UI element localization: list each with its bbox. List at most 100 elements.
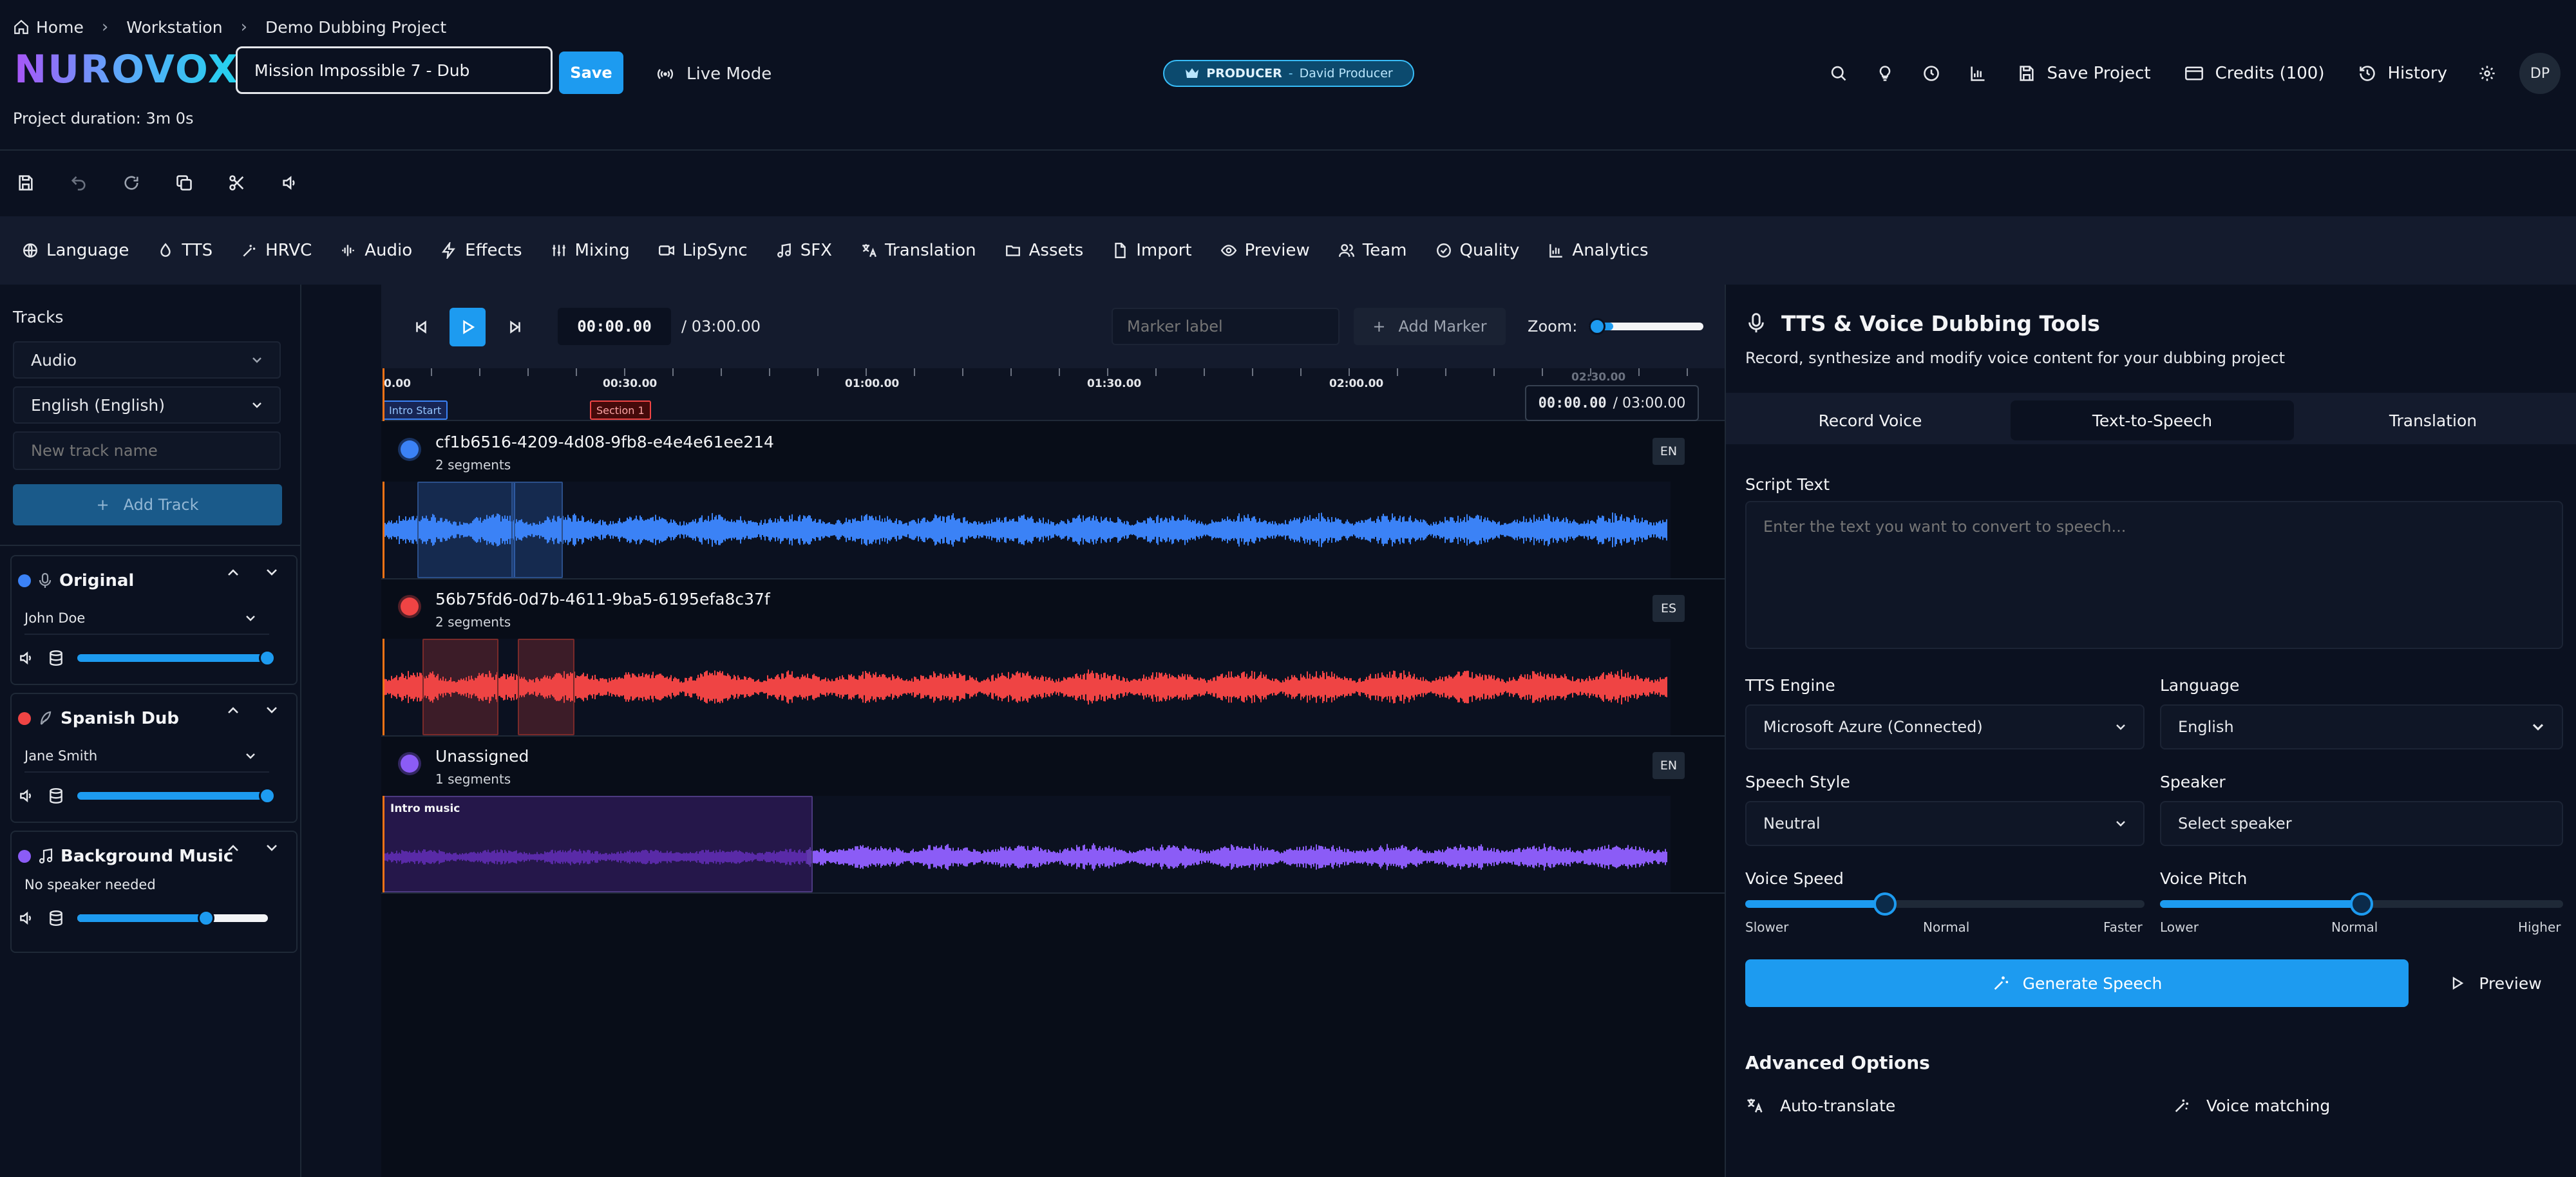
time-ruler[interactable]: Intro Start Section 1 00:00.00 / 03:00.0… xyxy=(381,368,1725,421)
voice-pitch-knob[interactable] xyxy=(2350,892,2373,916)
copy-button[interactable] xyxy=(175,165,228,201)
tab-translation[interactable]: Translation xyxy=(2291,400,2575,440)
tab-import[interactable]: Import xyxy=(1112,216,1192,285)
chevron-down-icon[interactable] xyxy=(265,843,278,852)
tab-sfx[interactable]: SFX xyxy=(776,216,832,285)
tab-tts[interactable]: TTS xyxy=(157,216,213,285)
tab-mixing[interactable]: Mixing xyxy=(551,216,630,285)
track-speaker-select[interactable]: Jane Smith xyxy=(24,740,269,773)
speech-style-select[interactable]: Neutral xyxy=(1745,801,2145,846)
play-button[interactable] xyxy=(450,308,486,346)
tips-button[interactable] xyxy=(1862,52,1908,95)
chevron-up-icon[interactable] xyxy=(227,568,240,577)
track-type-select[interactable]: Audio xyxy=(13,341,281,379)
skip-back-button[interactable] xyxy=(403,308,439,346)
language-select[interactable]: English xyxy=(2160,704,2563,749)
waveform-lane[interactable]: Intro music xyxy=(383,796,1671,892)
tab-audio[interactable]: Audio xyxy=(340,216,412,285)
live-mode-toggle[interactable]: Live Mode xyxy=(656,58,772,90)
database-icon[interactable] xyxy=(48,650,64,666)
history-button[interactable]: History xyxy=(2342,52,2465,95)
tts-engine-select[interactable]: Microsoft Azure (Connected) xyxy=(1745,704,2145,749)
track-card-spanish-dub[interactable]: Spanish Dub Jane Smith xyxy=(10,693,298,823)
tab-assets[interactable]: Assets xyxy=(1005,216,1083,285)
tab-language[interactable]: Language xyxy=(22,216,129,285)
audio-segment[interactable] xyxy=(417,482,515,578)
track-volume-slider[interactable] xyxy=(77,787,276,804)
waveform-lane[interactable] xyxy=(383,482,1671,578)
voice-matching-option[interactable]: Voice matching xyxy=(2173,1089,2330,1122)
cut-button[interactable] xyxy=(228,165,281,201)
database-icon[interactable] xyxy=(48,787,64,804)
tab-text-to-speech[interactable]: Text-to-Speech xyxy=(2011,400,2294,440)
tab-team[interactable]: Team xyxy=(1338,216,1407,285)
track-volume-knob[interactable] xyxy=(198,910,215,927)
zoom-knob[interactable] xyxy=(1589,318,1606,335)
tab-translation[interactable]: Translation xyxy=(860,216,976,285)
chevron-up-icon[interactable] xyxy=(227,843,240,852)
tab-quality[interactable]: Quality xyxy=(1435,216,1519,285)
timeline-track-row[interactable]: Unassigned 1 segments EN Intro music xyxy=(381,737,1725,894)
preview-button[interactable]: Preview xyxy=(2428,959,2563,1007)
new-track-name-input[interactable] xyxy=(13,431,281,470)
tab-analytics[interactable]: Analytics xyxy=(1548,216,1649,285)
chevron-up-icon[interactable] xyxy=(227,706,240,715)
track-card-background-music[interactable]: Background Music No speaker needed xyxy=(10,831,298,953)
marker-section-1[interactable]: Section 1 xyxy=(590,400,651,420)
volume-tool-button[interactable] xyxy=(281,165,334,201)
clock-button[interactable] xyxy=(1908,52,1955,95)
chevron-down-icon[interactable] xyxy=(265,706,278,715)
voice-pitch-slider[interactable] xyxy=(2160,892,2563,916)
breadcrumb-workstation[interactable]: Workstation xyxy=(126,18,222,37)
undo-button[interactable] xyxy=(70,165,122,201)
save-button[interactable]: Save xyxy=(559,52,623,94)
audio-segment[interactable] xyxy=(422,639,498,735)
volume-icon[interactable] xyxy=(18,787,35,804)
breadcrumb-home[interactable]: Home xyxy=(13,18,84,37)
tab-record-voice[interactable]: Record Voice xyxy=(1728,400,2012,440)
marker-intro-start[interactable]: Intro Start xyxy=(383,400,448,420)
script-textarea[interactable] xyxy=(1745,501,2563,649)
search-button[interactable] xyxy=(1815,52,1862,95)
add-track-button[interactable]: + Add Track xyxy=(13,484,282,525)
track-speaker-select[interactable]: John Doe xyxy=(24,603,269,635)
tab-lipsync[interactable]: LipSync xyxy=(658,216,748,285)
waveform-lane[interactable] xyxy=(383,639,1671,735)
database-icon[interactable] xyxy=(48,910,64,927)
audio-segment[interactable] xyxy=(511,482,563,578)
timeline-track-row[interactable]: cf1b6516-4209-4d08-9fb8-e4e4e61ee214 2 se… xyxy=(381,422,1725,579)
timeline-track-row[interactable]: 56b75fd6-0d7b-4611-9ba5-6195efa8c37f 2 se… xyxy=(381,579,1725,737)
chevron-down-icon[interactable] xyxy=(265,568,278,577)
playhead-line[interactable] xyxy=(383,368,384,421)
save-project-button[interactable]: Save Project xyxy=(2001,52,2168,95)
track-volume-knob[interactable] xyxy=(259,787,276,804)
redo-button[interactable] xyxy=(122,165,175,201)
volume-icon[interactable] xyxy=(18,910,35,927)
track-volume-slider[interactable] xyxy=(77,910,268,927)
user-avatar[interactable]: DP xyxy=(2519,53,2561,94)
track-card-original[interactable]: Original John Doe xyxy=(10,555,298,685)
zoom-slider[interactable] xyxy=(1589,318,1704,335)
generate-speech-button[interactable]: Generate Speech xyxy=(1745,959,2409,1007)
audio-clip[interactable]: Intro music xyxy=(383,796,813,892)
voice-speed-slider[interactable] xyxy=(1745,892,2145,916)
track-volume-knob[interactable] xyxy=(259,650,276,666)
track-volume-slider[interactable] xyxy=(77,650,276,666)
tab-effects[interactable]: Effects xyxy=(440,216,522,285)
tab-preview[interactable]: Preview xyxy=(1220,216,1310,285)
settings-button[interactable] xyxy=(2464,52,2510,95)
track-language-select[interactable]: English (English) xyxy=(13,386,281,424)
stats-button[interactable] xyxy=(1955,52,2001,95)
credits-button[interactable]: Credits (100) xyxy=(2168,52,2342,95)
speaker-select[interactable]: Select speaker xyxy=(2160,801,2563,846)
volume-icon[interactable] xyxy=(18,650,35,666)
tab-hrvc[interactable]: HRVC xyxy=(241,216,312,285)
skip-forward-button[interactable] xyxy=(497,308,533,346)
save-tool-button[interactable] xyxy=(17,165,70,201)
project-name-input[interactable] xyxy=(236,46,553,94)
audio-segment[interactable] xyxy=(518,639,574,735)
marker-label-input[interactable] xyxy=(1112,308,1340,345)
add-marker-button[interactable]: + Add Marker xyxy=(1354,308,1506,345)
auto-translate-option[interactable]: Auto-translate xyxy=(1745,1089,1895,1122)
voice-speed-knob[interactable] xyxy=(1873,892,1897,916)
